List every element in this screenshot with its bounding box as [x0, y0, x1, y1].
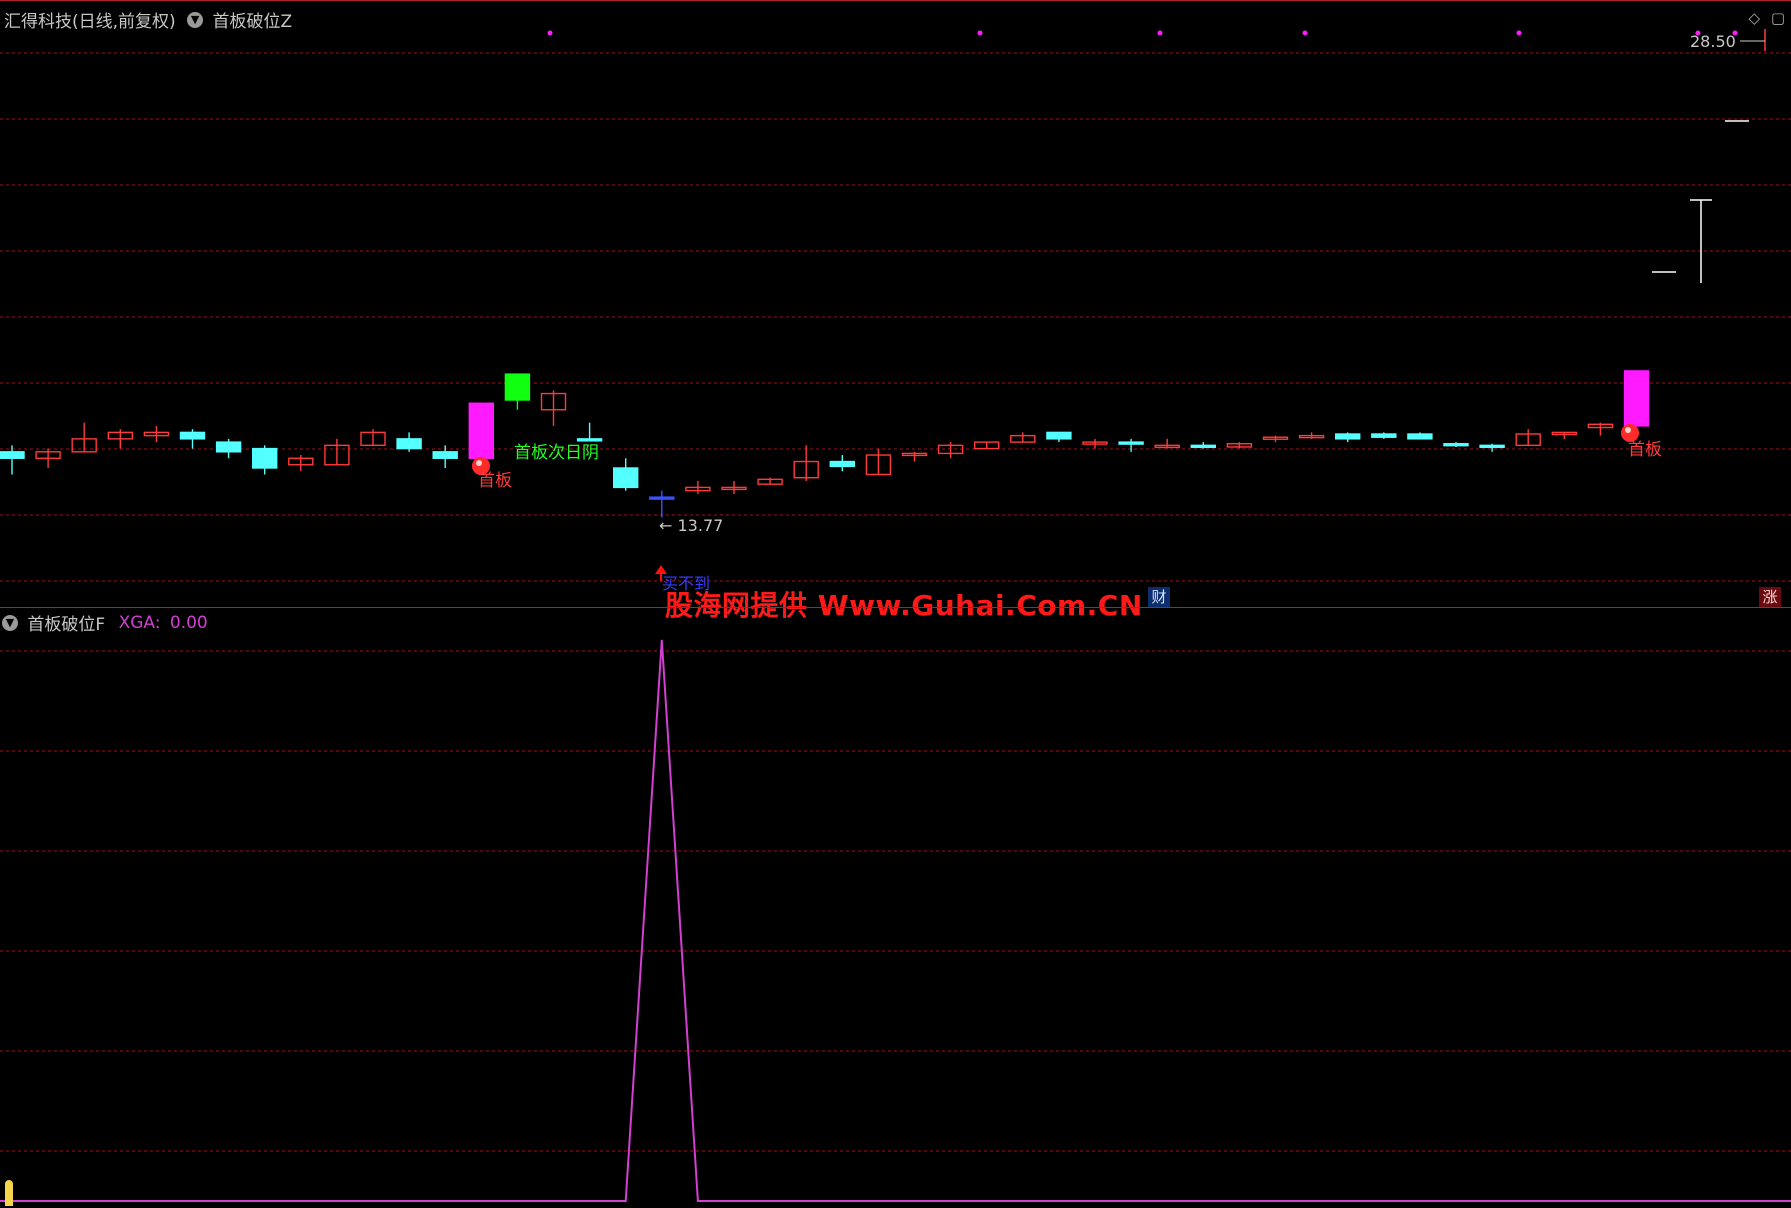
- candle-body: [1623, 370, 1650, 427]
- candle-body: [251, 447, 278, 469]
- indicator-name-bottom: 首板破位F: [27, 615, 106, 635]
- candle-body: [613, 467, 639, 489]
- indicator-chart: [0, 639, 1791, 1202]
- candle-body: [829, 460, 855, 468]
- low-price-value: 13.77: [677, 516, 724, 535]
- candle-body: [432, 451, 458, 459]
- signal-first-board-1: 首板: [478, 471, 512, 491]
- signal-dot: [1516, 30, 1522, 36]
- cai-badge[interactable]: 财: [1148, 587, 1170, 607]
- stock-title: 汇得科技(日线,前复权): [4, 12, 176, 32]
- candle-body: [179, 431, 206, 440]
- chevron-down-icon[interactable]: ▼: [2, 614, 18, 631]
- indicator-pane: ▼ 首板破位F XGA: 0.00: [0, 607, 1791, 1208]
- candle-body: [1443, 443, 1469, 447]
- main-kline-pane: 汇得科技(日线,前复权) ▼ 首板破位Z ◇ ▢ 28.50 ← 13.77 首…: [0, 0, 1791, 608]
- price-high-label: 28.50: [1690, 32, 1736, 51]
- candle-body: [1371, 433, 1397, 438]
- candle-body: [396, 438, 422, 450]
- candle-body: [215, 441, 242, 453]
- kline-chart: [0, 29, 1791, 582]
- window-restore-icon[interactable]: ▢: [1771, 9, 1785, 27]
- indicator-name-top: 首板破位Z: [212, 12, 293, 32]
- zhang-badge[interactable]: 涨: [1759, 587, 1781, 607]
- signal-next-day-yin: 首板次日阴: [514, 443, 599, 463]
- scroll-marker[interactable]: [5, 1180, 13, 1206]
- candle-body: [1334, 433, 1361, 440]
- candle-body: [0, 451, 25, 459]
- signal-dot: [1157, 30, 1163, 36]
- first-board-circle-highlight: [1625, 427, 1631, 433]
- candle-body: [468, 402, 494, 459]
- xga-line: [0, 639, 1791, 1202]
- candle-body: [504, 373, 531, 401]
- xga-value: 0.00: [169, 612, 208, 633]
- candle-body: [1118, 441, 1144, 445]
- signal-dot: [547, 30, 553, 36]
- indicator-header: ▼ 首板破位F XGA: 0.00: [0, 610, 208, 635]
- signal-first-board-2: 首板: [1628, 440, 1662, 460]
- candle-body: [1479, 444, 1505, 449]
- low-price-label: ← 13.77: [659, 516, 724, 535]
- diamond-icon[interactable]: ◇: [1748, 9, 1760, 27]
- candle-body: [649, 496, 675, 500]
- top-right-tools: ◇ ▢: [1742, 9, 1785, 27]
- main-header: 汇得科技(日线,前复权) ▼ 首板破位Z: [4, 7, 292, 32]
- chevron-down-icon[interactable]: ▼: [187, 11, 204, 28]
- candle-body: [1190, 444, 1217, 449]
- xga-label: XGA:: [118, 612, 161, 633]
- signal-dot: [1302, 30, 1308, 36]
- candle-body: [1407, 433, 1433, 440]
- candle-body: [1046, 431, 1072, 440]
- signal-dot: [977, 30, 983, 36]
